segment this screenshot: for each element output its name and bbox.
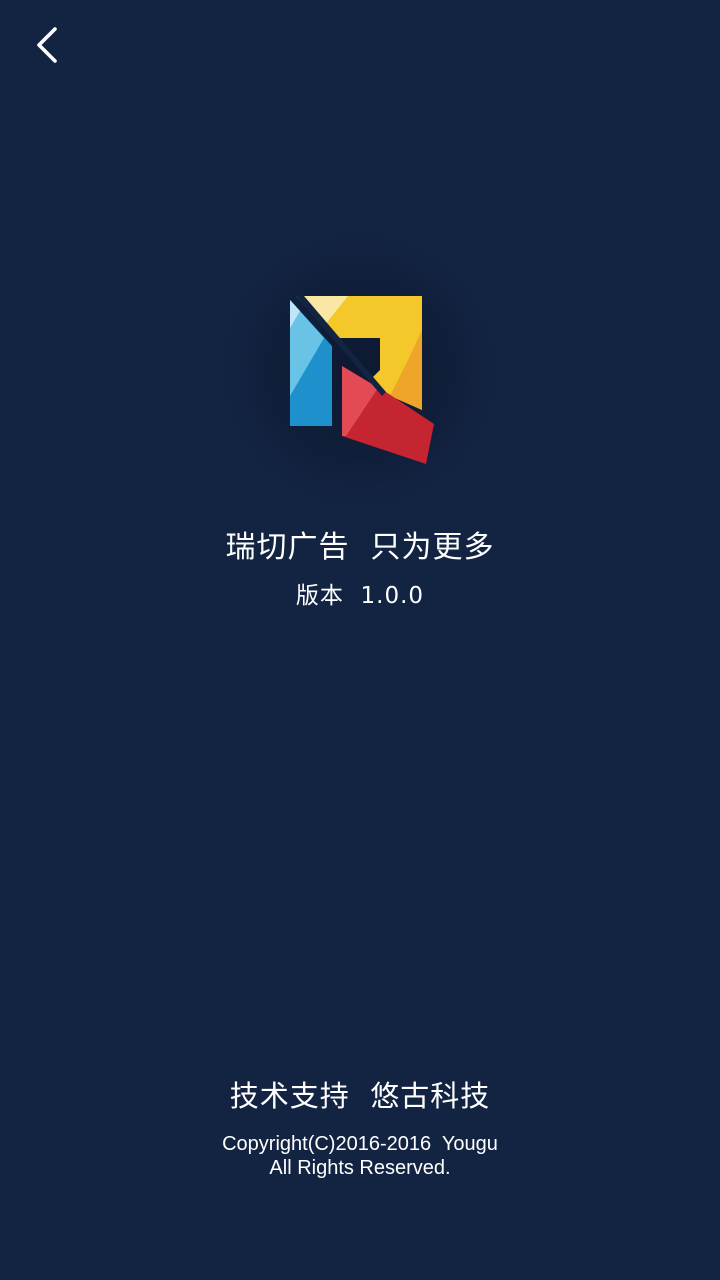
rights-line: All Rights Reserved. [269,1157,451,1179]
chevron-left-icon [37,27,57,63]
app-version: 版本 1.0.0 [295,583,425,609]
copyright-text: Copyright(C)2016-2016 Yougu All Rights Re… [0,1132,720,1180]
app-logo [290,296,434,464]
copyright-line: Copyright(C)2016-2016 Yougu [222,1133,498,1155]
app-slogan: 瑞切广告 只为更多 [225,530,495,565]
back-button[interactable] [22,20,74,72]
about-screen: 瑞切广告 只为更多 版本 1.0.0 技术支持 悠古科技 Copyright(C… [0,0,720,1280]
tech-support-text: 技术支持 悠古科技 [229,1079,491,1113]
